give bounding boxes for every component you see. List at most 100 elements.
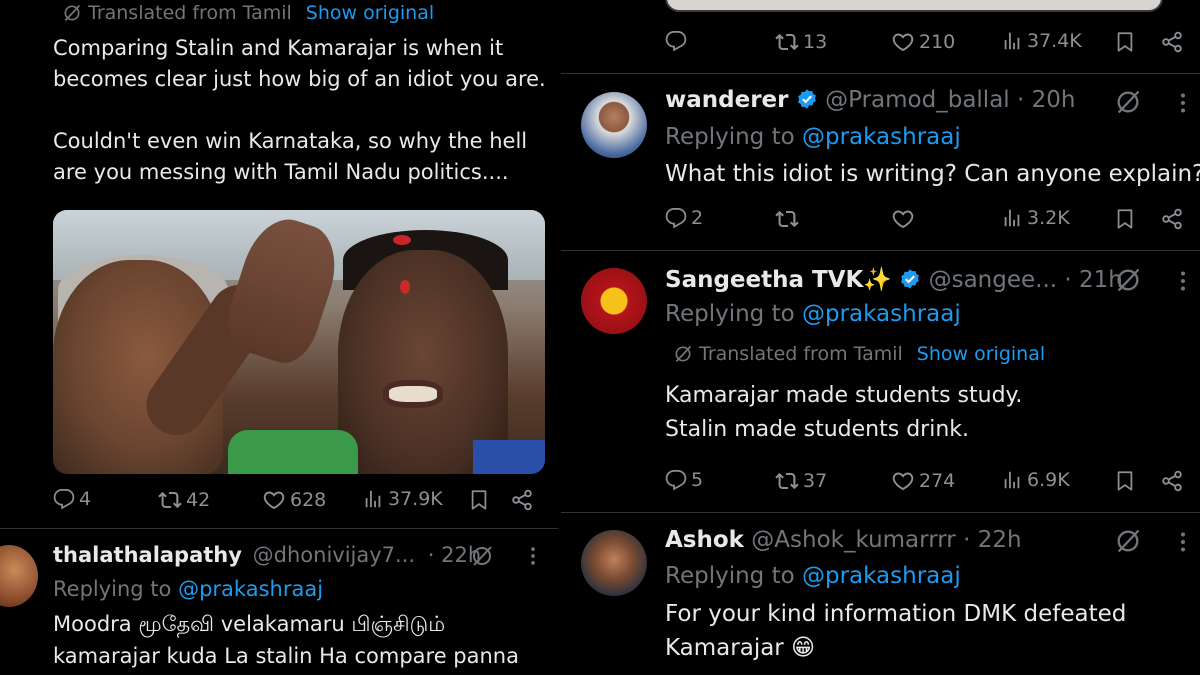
reply-button[interactable]: 2	[665, 207, 703, 229]
retweet-icon	[158, 488, 182, 512]
retweet-count: 37	[803, 470, 828, 492]
bookmark-button[interactable]	[1114, 469, 1136, 493]
handle[interactable]: @sangee...	[929, 267, 1058, 293]
translated-label: Translated from Tamil	[88, 2, 292, 24]
share-button[interactable]	[510, 488, 534, 512]
retweet-button[interactable]	[775, 207, 799, 231]
replying-to-link[interactable]: @prakashraaj	[178, 577, 323, 601]
bookmark-icon	[1114, 207, 1136, 231]
tweet-text-line-4: are you messing with Tamil Nadu politics…	[53, 160, 509, 184]
like-button[interactable]: 274	[891, 469, 955, 493]
display-name[interactable]: thalathalapathy	[53, 543, 242, 567]
reply-button[interactable]	[665, 30, 691, 52]
replying-to: Replying to @prakashraaj	[665, 563, 961, 589]
grok-icon	[1114, 88, 1142, 116]
like-count: 210	[919, 31, 956, 53]
replying-prefix: Replying to	[665, 563, 795, 589]
reply-count: 5	[691, 469, 704, 491]
reply-text-line-2: Stalin made students drink.	[665, 417, 969, 442]
handle[interactable]: @Ashok_kumarrrr	[751, 527, 955, 553]
like-icon	[891, 469, 915, 493]
retweet-button[interactable]: 37	[775, 469, 827, 493]
avatar[interactable]	[581, 530, 647, 596]
views-count: 3.2K	[1027, 207, 1070, 229]
grok-button[interactable]	[470, 544, 494, 572]
views-button[interactable]: 3.2K	[1001, 207, 1070, 229]
replying-to: Replying to @prakashraaj	[665, 124, 961, 150]
tweet-photo[interactable]	[53, 210, 545, 474]
views-count: 37.4K	[1027, 30, 1082, 52]
show-original-link[interactable]: Show original	[306, 2, 434, 24]
reply-icon	[665, 207, 687, 229]
divider	[561, 512, 1200, 513]
like-button[interactable]: 210	[891, 30, 955, 54]
replying-to-link[interactable]: @prakashraaj	[802, 124, 961, 150]
bookmark-button[interactable]	[468, 488, 490, 512]
share-button[interactable]	[1160, 469, 1184, 493]
right-replies-panel: 13 210 37.4K wanderer @Pramod_ballal · 2…	[561, 0, 1200, 675]
more-button[interactable]	[522, 544, 544, 572]
translated-note: Translated from Tamil Show original	[673, 343, 1045, 365]
reply-button[interactable]: 4	[53, 488, 91, 510]
grok-icon	[1114, 266, 1142, 294]
replying-to-link[interactable]: @prakashraaj	[802, 301, 961, 327]
bookmark-button[interactable]	[1114, 207, 1136, 231]
display-name[interactable]: wanderer	[665, 87, 789, 113]
reply-button[interactable]: 5	[665, 469, 703, 491]
grok-button[interactable]	[1114, 527, 1142, 559]
like-button[interactable]: 628	[262, 488, 326, 512]
display-name[interactable]: Sangeetha TVK✨	[665, 267, 892, 293]
show-original-link[interactable]: Show original	[917, 343, 1045, 365]
replying-to: Replying to @prakashraaj	[665, 301, 961, 327]
like-button[interactable]	[891, 207, 915, 231]
views-icon	[1001, 207, 1023, 229]
share-button[interactable]	[1160, 207, 1184, 231]
bookmark-button[interactable]	[1114, 30, 1136, 54]
handle[interactable]: @dhonivijay7...	[253, 543, 415, 567]
replying-prefix: Replying to	[665, 124, 795, 150]
translated-note: Translated from Tamil Show original	[62, 2, 434, 24]
reply-count: 2	[691, 207, 704, 229]
bookmark-icon	[1114, 30, 1136, 54]
avatar[interactable]	[581, 92, 647, 158]
translate-icon	[62, 3, 82, 23]
share-icon	[1160, 30, 1184, 54]
more-button[interactable]	[1171, 268, 1195, 298]
grok-button[interactable]	[1114, 266, 1142, 298]
retweet-button[interactable]: 13	[775, 30, 827, 54]
replying-to-link[interactable]: @prakashraaj	[802, 563, 961, 589]
share-icon	[510, 488, 534, 512]
avatar[interactable]	[0, 545, 38, 607]
retweet-button[interactable]: 42	[158, 488, 210, 512]
verified-icon	[899, 268, 921, 290]
divider	[561, 73, 1200, 74]
grok-icon	[470, 544, 494, 568]
reply-header: thalathalapathy @dhonivijay7... · 22h	[53, 543, 481, 567]
more-button[interactable]	[1171, 529, 1195, 559]
retweet-icon	[775, 30, 799, 54]
reply-count: 4	[79, 488, 92, 510]
timestamp[interactable]: · 20h	[1017, 87, 1075, 113]
like-icon	[891, 207, 915, 231]
views-button[interactable]: 6.9K	[1001, 469, 1070, 491]
views-button[interactable]: 37.4K	[1001, 30, 1082, 52]
display-name[interactable]: Ashok	[665, 527, 744, 553]
grok-button[interactable]	[1114, 88, 1142, 120]
verified-icon	[796, 88, 818, 110]
more-icon	[1171, 90, 1195, 116]
tweet-media-preview[interactable]	[665, 0, 1163, 12]
reply-icon	[665, 469, 687, 491]
avatar[interactable]	[581, 268, 647, 334]
views-count: 6.9K	[1027, 469, 1070, 491]
reply-text-line-1: For your kind information DMK defeated	[665, 601, 1127, 627]
reply-text-line-2: Kamarajar 😁	[665, 635, 816, 661]
views-button[interactable]: 37.9K	[362, 488, 443, 510]
share-button[interactable]	[1160, 30, 1184, 54]
divider	[0, 528, 558, 529]
handle[interactable]: @Pramod_ballal	[825, 87, 1010, 113]
timestamp[interactable]: · 22h	[963, 527, 1021, 553]
more-button[interactable]	[1171, 90, 1195, 120]
retweet-icon	[775, 207, 799, 231]
replying-prefix: Replying to	[53, 577, 172, 601]
reply-text-line-1: Moodra மூதேவி velakamaru பிஞ்சிடும்	[53, 612, 446, 636]
